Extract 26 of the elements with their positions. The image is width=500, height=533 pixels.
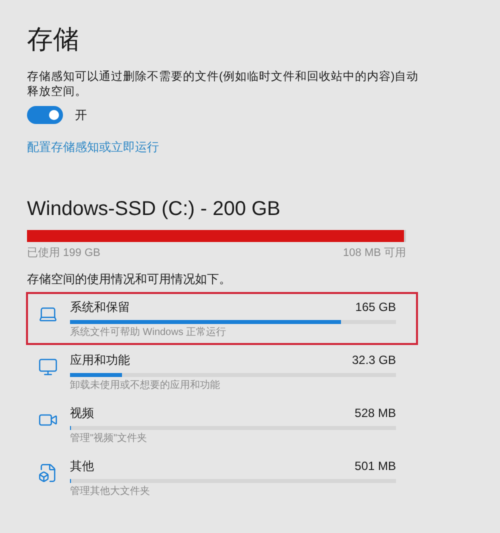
monitor-icon: [38, 356, 58, 376]
page-title: 存储: [27, 24, 80, 56]
highlighted-category-row[interactable]: 系统和保留 165 GB 系统文件可帮助 Windows 正常运行: [26, 292, 418, 344]
category-name: 系统和保留: [70, 298, 130, 316]
category-name: 视频: [70, 404, 94, 422]
category-name: 应用和功能: [70, 352, 130, 368]
category-description: 系统文件可帮助 Windows 正常运行: [70, 326, 228, 338]
category-size: 528 MB: [354, 404, 396, 422]
category-description: 管理"视频"文件夹: [70, 432, 148, 444]
category-size: 501 MB: [354, 458, 396, 474]
drive-title: Windows-SSD (C:) - 200 GB: [27, 197, 282, 222]
category-size: 165 GB: [355, 298, 396, 316]
category-row[interactable]: 视频 528 MB 管理"视频"文件夹: [26, 398, 418, 450]
toggle-switch[interactable]: [27, 106, 63, 124]
storage-sense-description: 存储感知可以通过删除不需要的文件(例如临时文件和回收站中的内容)自动释放空间。: [27, 70, 419, 100]
category-row[interactable]: 应用和功能 32.3 GB 卸载未使用或不想要的应用和功能: [26, 344, 418, 398]
category-name: 其他: [70, 458, 94, 474]
free-space-text: 108 MB 可用: [343, 246, 406, 261]
category-description: 卸载未使用或不想要的应用和功能: [70, 378, 221, 392]
file-icon: [38, 462, 58, 482]
usage-heading: 存储空间的使用情况和可用情况如下。: [27, 270, 232, 288]
toggle-label: 开: [75, 107, 87, 124]
used-space-text: 已使用 199 GB: [27, 246, 100, 261]
category-description: 管理其他大文件夹: [70, 484, 151, 498]
category-row[interactable]: 其他 501 MB 管理其他大文件夹: [26, 450, 418, 504]
category-size: 32.3 GB: [352, 352, 396, 368]
